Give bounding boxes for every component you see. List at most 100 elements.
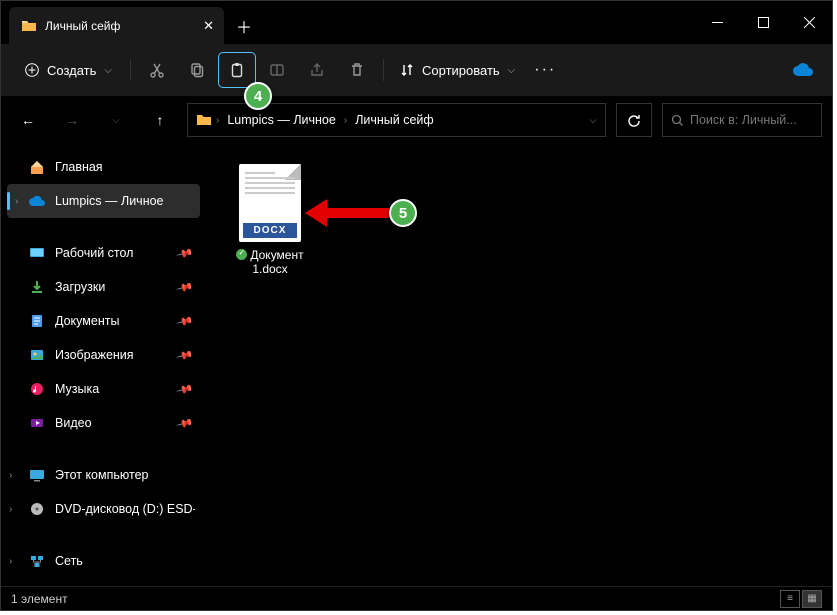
sidebar-item-pictures[interactable]: Изображения 📌 (1, 338, 206, 372)
address-bar[interactable]: › Lumpics — Личное › Личный сейф ⌵ (187, 103, 606, 137)
more-button[interactable]: ··· (527, 53, 563, 87)
sidebar-item-music[interactable]: Музыка 📌 (1, 372, 206, 406)
search-input[interactable]: Поиск в: Личный... (662, 103, 822, 137)
folder-icon (21, 18, 37, 34)
breadcrumb-item[interactable]: Lumpics — Личное (223, 113, 340, 127)
docx-icon: DOCX (239, 164, 301, 242)
chevron-down-icon[interactable]: ⌵ (589, 115, 597, 126)
cut-button[interactable] (139, 53, 175, 87)
copy-icon (189, 62, 205, 78)
copy-button[interactable] (179, 53, 215, 87)
back-button[interactable]: ← (11, 103, 45, 137)
plus-circle-icon (25, 63, 39, 77)
sidebar-item-network[interactable]: › Сеть (1, 544, 206, 578)
paste-button[interactable] (219, 53, 255, 87)
sidebar-item-documents[interactable]: Документы 📌 (1, 304, 206, 338)
delete-button[interactable] (339, 53, 375, 87)
separator (130, 59, 131, 81)
chevron-right-icon[interactable]: › (15, 196, 18, 207)
sidebar-item-thispc[interactable]: › Этот компьютер (1, 458, 206, 492)
sidebar-label: Видео (55, 416, 92, 430)
sidebar-item-onedrive[interactable]: › Lumpics — Личное (7, 184, 200, 218)
documents-icon (29, 313, 45, 329)
status-count: 1 элемент (11, 592, 68, 606)
cut-icon (149, 62, 165, 78)
new-tab-button[interactable]: ＋ (224, 7, 264, 44)
close-window-button[interactable] (786, 1, 832, 44)
view-details-button[interactable]: ≡ (780, 590, 800, 608)
paste-icon (229, 62, 245, 78)
file-name: Документ 1.docx (230, 248, 310, 276)
share-icon (309, 62, 325, 78)
refresh-button[interactable] (616, 103, 652, 137)
annotation-arrow (325, 208, 389, 218)
network-icon (29, 553, 45, 569)
chevron-down-icon: ⌵ (508, 65, 516, 76)
maximize-button[interactable] (740, 1, 786, 44)
video-icon (29, 415, 45, 431)
sidebar-label: Главная (55, 160, 103, 174)
pin-icon: 📌 (176, 244, 194, 262)
breadcrumb-item[interactable]: Личный сейф (351, 113, 438, 127)
view-switcher: ≡ ▦ (780, 590, 822, 608)
pin-icon: 📌 (176, 312, 194, 330)
sidebar-label: Рабочий стол (55, 246, 133, 260)
chevron-right-icon: › (344, 115, 347, 126)
sidebar-item-desktop[interactable]: Рабочий стол 📌 (1, 236, 206, 270)
chevron-right-icon[interactable]: › (9, 504, 12, 515)
nav-row: ← → ⌵ ↑ › Lumpics — Личное › Личный сейф… (1, 96, 832, 144)
search-placeholder: Поиск в: Личный... (690, 113, 797, 127)
annotation-badge-4: 4 (244, 82, 272, 110)
chevron-right-icon[interactable]: › (9, 556, 12, 567)
sidebar-label: Загрузки (55, 280, 105, 294)
sort-icon (400, 63, 414, 77)
pictures-icon (29, 347, 45, 363)
explorer-window: Личный сейф ✕ ＋ Создать ⌵ Сортировать ⌵ … (0, 0, 833, 611)
sidebar-item-video[interactable]: Видео 📌 (1, 406, 206, 440)
home-icon (29, 159, 45, 175)
tab-active[interactable]: Личный сейф ✕ (9, 7, 224, 44)
sidebar-item-home[interactable]: Главная (1, 150, 206, 184)
sync-check-icon (236, 249, 247, 260)
cloud-icon (29, 193, 45, 209)
onedrive-status-icon[interactable] (792, 63, 814, 77)
forward-button[interactable]: → (55, 103, 89, 137)
search-icon (671, 114, 684, 127)
create-label: Создать (47, 63, 96, 78)
content-area[interactable]: DOCX Документ 1.docx (206, 144, 832, 586)
up-button[interactable]: ↑ (143, 103, 177, 137)
chevron-right-icon: › (216, 115, 219, 126)
share-button[interactable] (299, 53, 335, 87)
folder-icon (196, 112, 212, 128)
recent-dropdown[interactable]: ⌵ (99, 103, 133, 137)
pin-icon: 📌 (176, 414, 194, 432)
sidebar-label: DVD-дисковод (D:) ESD-IS (55, 502, 195, 516)
sidebar-label: Lumpics — Личное (55, 194, 164, 208)
rename-icon (269, 62, 285, 78)
sort-button[interactable]: Сортировать ⌵ (392, 53, 523, 87)
sidebar-item-dvd[interactable]: › DVD-дисковод (D:) ESD-IS (1, 492, 206, 526)
trash-icon (349, 62, 365, 78)
minimize-button[interactable] (694, 1, 740, 44)
create-button[interactable]: Создать ⌵ (15, 53, 122, 87)
music-icon (29, 381, 45, 397)
sidebar-item-downloads[interactable]: Загрузки 📌 (1, 270, 206, 304)
file-item[interactable]: DOCX Документ 1.docx (230, 164, 310, 276)
rename-button[interactable] (259, 53, 295, 87)
sidebar: Главная › Lumpics — Личное Рабочий стол … (1, 144, 206, 586)
sidebar-label: Изображения (55, 348, 134, 362)
refresh-icon (627, 113, 642, 128)
sort-label: Сортировать (422, 63, 500, 78)
file-ext-badge: DOCX (243, 223, 297, 238)
sidebar-label: Сеть (55, 554, 83, 568)
pin-icon: 📌 (176, 346, 194, 364)
pin-icon: 📌 (176, 380, 194, 398)
view-icons-button[interactable]: ▦ (802, 590, 822, 608)
tab-title: Личный сейф (45, 19, 120, 33)
close-icon[interactable]: ✕ (203, 18, 214, 34)
annotation-badge-5: 5 (389, 199, 417, 227)
toolbar: Создать ⌵ Сортировать ⌵ ··· (1, 44, 832, 96)
chevron-right-icon[interactable]: › (9, 470, 12, 481)
disc-icon (29, 501, 45, 517)
separator (383, 59, 384, 81)
